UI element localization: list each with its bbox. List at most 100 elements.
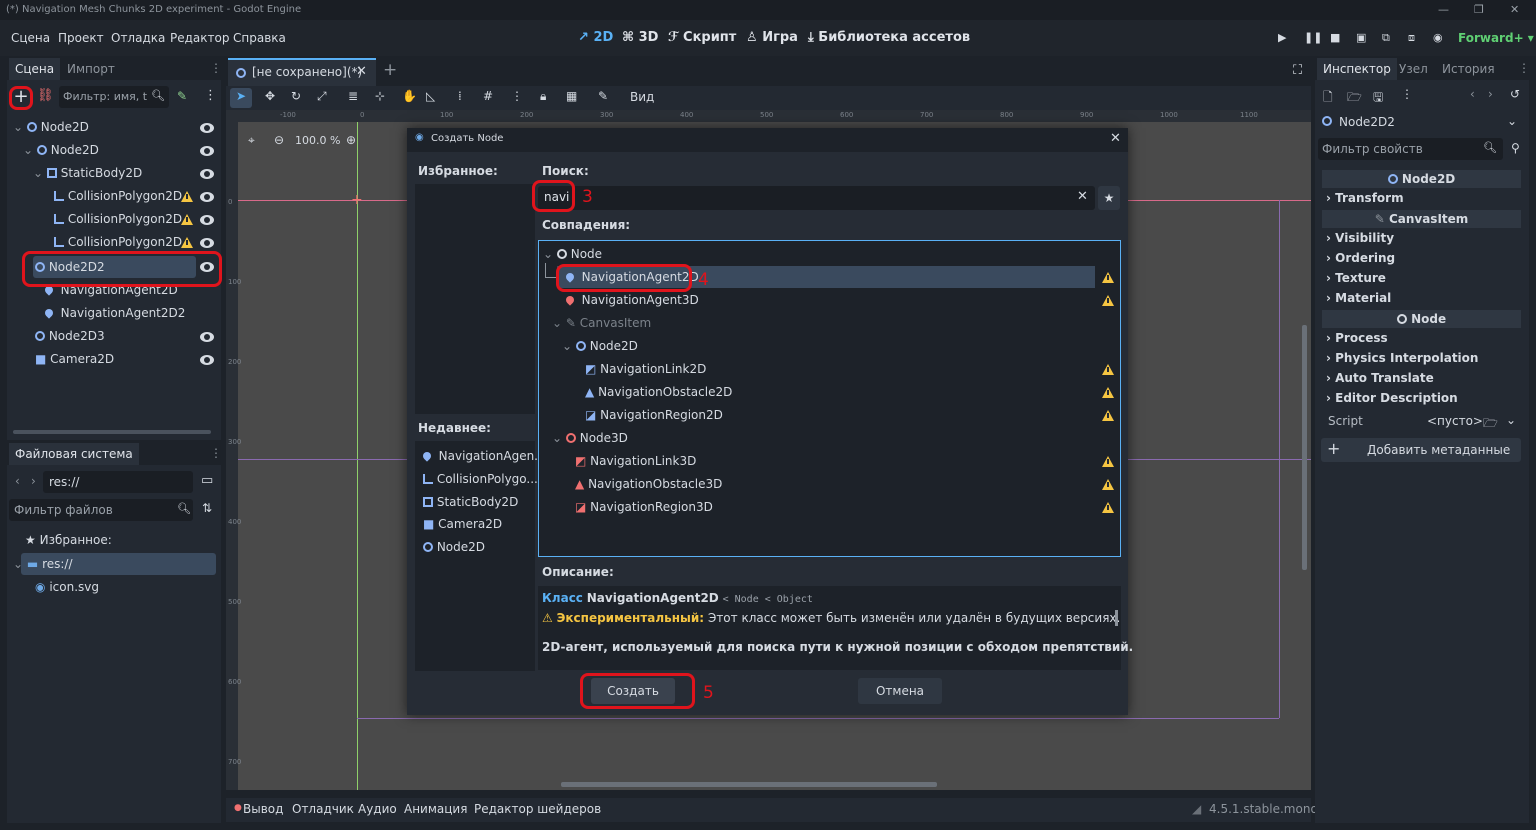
tree-row[interactable]: ⌄ Node2D — [13, 116, 89, 138]
scene-tab[interactable]: [не сохранено](*) ✕ — [228, 58, 376, 86]
tree-row[interactable]: CollisionPolygon2D — [54, 208, 182, 230]
remote-debug-icon[interactable]: ▣ — [1356, 31, 1366, 44]
pivot-icon[interactable]: ⊹ — [375, 89, 385, 103]
visibility-eye-icon[interactable] — [200, 215, 214, 225]
zoom-in-icon[interactable]: ⊕ — [346, 133, 356, 147]
group-transform[interactable]: › Transform — [1326, 191, 1404, 205]
group-physics-interpolation[interactable]: › Physics Interpolation — [1326, 351, 1478, 365]
list-item[interactable]: CollisionPolygo... — [423, 468, 538, 490]
group-visibility[interactable]: › Visibility — [1326, 231, 1394, 245]
visibility-eye-icon[interactable] — [200, 192, 214, 202]
history-back-icon[interactable]: ‹ — [1470, 87, 1475, 101]
load-resource-icon[interactable]: 🗁 — [1347, 88, 1362, 109]
zoom-level[interactable]: 100.0 % — [295, 134, 340, 147]
stop-icon[interactable]: ■ — [1330, 31, 1340, 44]
fs-path-input[interactable]: res:// — [43, 471, 193, 493]
resource-menu-icon[interactable]: ⋮ — [1401, 87, 1413, 101]
favorite-toggle-button[interactable]: ★ — [1098, 186, 1120, 210]
group-texture[interactable]: › Texture — [1326, 271, 1386, 285]
warning-icon[interactable] — [181, 237, 193, 248]
workspace-assetlib[interactable]: ⤓ Библиотека ассетов — [808, 30, 970, 45]
warning-icon[interactable] — [181, 214, 193, 225]
tab-import[interactable]: Импорт — [61, 58, 121, 80]
list-item[interactable]: Node2D — [423, 536, 485, 558]
rotate-icon[interactable]: ↻ — [291, 89, 301, 103]
list-item[interactable]: ■ Camera2D — [423, 513, 502, 535]
scene-menu-icon[interactable]: ⋮ — [204, 88, 217, 103]
cancel-button[interactable]: Отмена — [858, 678, 942, 704]
group-editor-description[interactable]: › Editor Description — [1326, 391, 1458, 405]
new-resource-icon[interactable]: 🗋 — [1323, 88, 1333, 109]
menu-project[interactable]: Проект — [58, 31, 104, 45]
ruler-icon[interactable]: ◺ — [426, 89, 435, 103]
tab-filesystem[interactable]: Файловая система — [9, 443, 139, 465]
bone-icon[interactable]: ✎ — [598, 89, 608, 103]
tree-row[interactable]: ▲ NavigationObstacle2D — [585, 381, 732, 403]
history-forward-icon[interactable]: › — [1488, 87, 1493, 101]
menu-help[interactable]: Справка — [233, 31, 286, 45]
workspace-game[interactable]: ♙ Игра — [746, 30, 798, 45]
snap-icon[interactable]: ⁞ — [458, 89, 462, 103]
pan-icon[interactable]: ✋ — [402, 89, 417, 103]
fs-filter-input[interactable]: Фильтр файлов — [9, 499, 193, 521]
visibility-eye-icon[interactable] — [200, 238, 214, 248]
tab-scene[interactable]: Сцена — [9, 58, 61, 80]
list-item[interactable]: StaticBody2D — [423, 491, 518, 513]
add-metadata-button[interactable]: + Добавить метаданные — [1321, 438, 1521, 462]
tree-row[interactable]: ⌄ Node — [543, 243, 602, 265]
node-search-input[interactable]: navi — [538, 186, 1095, 210]
tree-row[interactable]: ◩ NavigationLink2D — [585, 358, 706, 380]
add-tab-icon[interactable]: + — [383, 60, 397, 80]
save-resource-icon[interactable]: 🖫 — [1373, 88, 1383, 109]
pause-icon[interactable]: ❚❚ — [1304, 31, 1322, 44]
workspace-2d[interactable]: ↗ 2D — [578, 30, 613, 45]
script-property-value[interactable]: <пусто> — [1427, 414, 1483, 428]
horizontal-scrollbar[interactable] — [13, 430, 211, 434]
select-icon[interactable]: ➤ — [236, 89, 246, 103]
tree-row[interactable]: ◪ NavigationRegion2D — [585, 404, 723, 426]
inspector-options-icon[interactable]: ⚲ — [1511, 141, 1520, 155]
center-view-icon[interactable]: ⌖ — [248, 133, 255, 148]
group-auto-translate[interactable]: › Auto Translate — [1326, 371, 1434, 385]
group-icon[interactable]: ▦ — [566, 89, 577, 103]
menu-scene[interactable]: Сцена — [11, 31, 50, 45]
tree-row[interactable]: NavigationAgent2D2 — [43, 302, 185, 324]
workspace-script[interactable]: ℱ Скрипт — [668, 30, 736, 45]
snap-menu-icon[interactable]: ⋮ — [511, 89, 523, 103]
close-tab-icon[interactable]: ✕ — [356, 64, 367, 79]
move-icon[interactable]: ✥ — [265, 89, 275, 103]
menu-debug[interactable]: Отладка — [111, 31, 165, 45]
movie-maker-icon[interactable]: ◉ — [1433, 31, 1443, 44]
property-filter-input[interactable]: Фильтр свойств — [1318, 138, 1503, 160]
fs-file[interactable]: ◉ icon.svg — [35, 576, 99, 598]
tree-row[interactable]: CollisionPolygon2D — [54, 231, 182, 253]
workspace-3d[interactable]: ⌘ 3D — [622, 30, 658, 45]
bottom-tab-animation[interactable]: Анимация — [404, 802, 467, 816]
maximize-icon[interactable]: ❐ — [1474, 0, 1484, 20]
distraction-free-icon[interactable]: ⛶ — [1293, 63, 1302, 78]
warning-icon[interactable] — [181, 191, 193, 202]
group-process[interactable]: › Process — [1326, 331, 1388, 345]
viewport-vscrollbar[interactable] — [1302, 325, 1307, 570]
object-history-icon[interactable]: ↺ — [1510, 87, 1520, 101]
play-scene-icon[interactable]: ⧉ — [1382, 31, 1390, 45]
bottom-tab-output[interactable]: Вывод — [243, 802, 283, 816]
group-ordering[interactable]: › Ordering — [1326, 251, 1395, 265]
tree-row[interactable]: ▲ NavigationObstacle3D — [575, 473, 722, 495]
menu-editor[interactable]: Редактор — [170, 31, 229, 45]
back-icon[interactable]: ‹ — [15, 474, 20, 488]
minimize-icon[interactable]: — — [1438, 0, 1449, 20]
tree-row[interactable]: Node2D3 — [35, 325, 105, 347]
tab-node[interactable]: Узел — [1393, 58, 1434, 80]
visibility-eye-icon[interactable] — [200, 169, 214, 179]
tree-row[interactable]: ■ Camera2D — [35, 348, 114, 370]
dock-menu-icon[interactable]: ⋮ — [210, 61, 222, 75]
play-custom-icon[interactable]: ⧈ — [1408, 31, 1415, 45]
dock-menu-icon[interactable]: ⋮ — [210, 446, 222, 460]
viewport-hscrollbar[interactable] — [561, 782, 937, 787]
dock-menu-icon[interactable]: ⋮ — [1518, 61, 1530, 75]
grid-icon[interactable]: # — [483, 89, 493, 103]
split-mode-icon[interactable]: ▭ — [201, 473, 213, 488]
bottom-tab-audio[interactable]: Аудио — [358, 802, 397, 816]
selectable-icon[interactable]: ≣ — [348, 89, 358, 103]
